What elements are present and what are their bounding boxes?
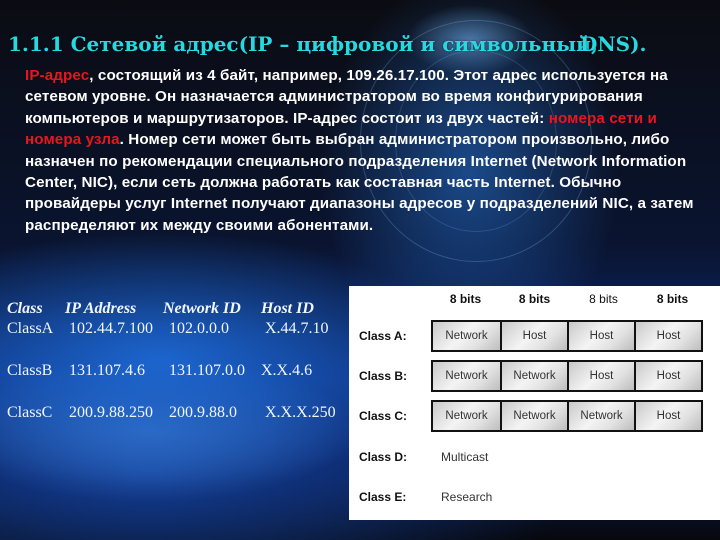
octet-cell: Network <box>433 322 500 350</box>
bits-label: 8 bits <box>656 292 689 306</box>
cell-network-id: 200.9.88.0 <box>169 404 237 421</box>
octet-cell: Host <box>634 402 701 430</box>
octet-cell: Host <box>634 322 701 350</box>
paragraph-ip-address: IP-адрес, состоящий из 4 байт, например,… <box>25 65 705 236</box>
header-network-id: Network ID <box>163 300 241 317</box>
slide-title: 1.1.1 Сетевой адрес(IP – цифровой и симв… <box>8 32 647 56</box>
octet-cell: Host <box>500 322 567 350</box>
paragraph-text: . Номер сети может быть выбран администр… <box>25 131 694 234</box>
octet-cell: Network <box>500 402 567 430</box>
class-purpose: Multicast <box>441 450 489 464</box>
cell-ip-address: 131.107.4.6 <box>69 362 145 379</box>
class-e-row: Class E: Research <box>349 490 492 504</box>
class-c-row: Class C: Network Network Network Host <box>349 400 703 432</box>
class-purpose: Research <box>441 490 493 504</box>
table-row: ClassB 131.107.4.6 131.107.0.0 X.X.4.6 <box>7 361 336 381</box>
class-label: Class E: <box>359 490 407 504</box>
octet-cells: Network Network Network Host <box>431 400 703 432</box>
bits-label: 8 bits <box>518 292 551 306</box>
octet-cell: Network <box>500 362 567 390</box>
cell-class: ClassC <box>7 404 53 421</box>
cell-network-id: 102.0.0.0 <box>169 320 229 337</box>
octet-cell: Network <box>567 402 634 430</box>
class-examples-header: Class IP Address Network ID Host ID <box>7 299 336 319</box>
class-label: Class A: <box>359 329 407 343</box>
term-ip-address: IP-адрес <box>25 67 90 84</box>
octet-cell: Host <box>567 362 634 390</box>
ip-class-octet-diagram: 8 bits 8 bits 8 bits 8 bits Class A: Net… <box>349 286 720 520</box>
octet-cells: Network Network Host Host <box>431 360 703 392</box>
class-label: Class D: <box>359 450 408 464</box>
class-a-row: Class A: Network Host Host Host <box>349 320 703 352</box>
class-examples-table: Class IP Address Network ID Host ID Clas… <box>7 299 336 423</box>
slide-title-main: 1.1.1 Сетевой адрес(IP – цифровой и симв… <box>8 32 598 56</box>
bits-label: 8 bits <box>449 292 482 306</box>
octet-cell: Network <box>433 362 500 390</box>
cell-network-id: 131.107.0.0 <box>169 362 245 379</box>
octet-cell: Host <box>567 322 634 350</box>
table-row: ClassA 102.44.7.100 102.0.0.0 X.44.7.10 <box>7 319 336 339</box>
octet-cell: Network <box>433 402 500 430</box>
cell-ip-address: 200.9.88.250 <box>69 404 153 421</box>
class-label: Class C: <box>359 409 408 423</box>
cell-host-id: X.X.4.6 <box>261 362 313 379</box>
octet-cell: Host <box>634 362 701 390</box>
octet-cells: Network Host Host Host <box>431 320 703 352</box>
cell-class: ClassB <box>7 362 53 379</box>
cell-ip-address: 102.44.7.100 <box>69 320 153 337</box>
cell-class: ClassA <box>7 320 54 337</box>
bits-label: 8 bits <box>589 292 618 306</box>
class-label: Class B: <box>359 369 408 383</box>
cell-host-id: X.X.X.250 <box>265 404 336 421</box>
cell-host-id: X.44.7.10 <box>265 320 329 337</box>
header-host-id: Host ID <box>261 300 314 317</box>
class-d-row: Class D: Multicast <box>349 450 488 464</box>
header-ip-address: IP Address <box>65 300 137 317</box>
header-class: Class <box>7 300 43 317</box>
class-b-row: Class B: Network Network Host Host <box>349 360 703 392</box>
slide-title-overlap: DNS). <box>580 32 647 56</box>
table-row: ClassC 200.9.88.250 200.9.88.0 X.X.X.250 <box>7 403 336 423</box>
bits-header-row: 8 bits 8 bits 8 bits 8 bits <box>431 292 707 306</box>
